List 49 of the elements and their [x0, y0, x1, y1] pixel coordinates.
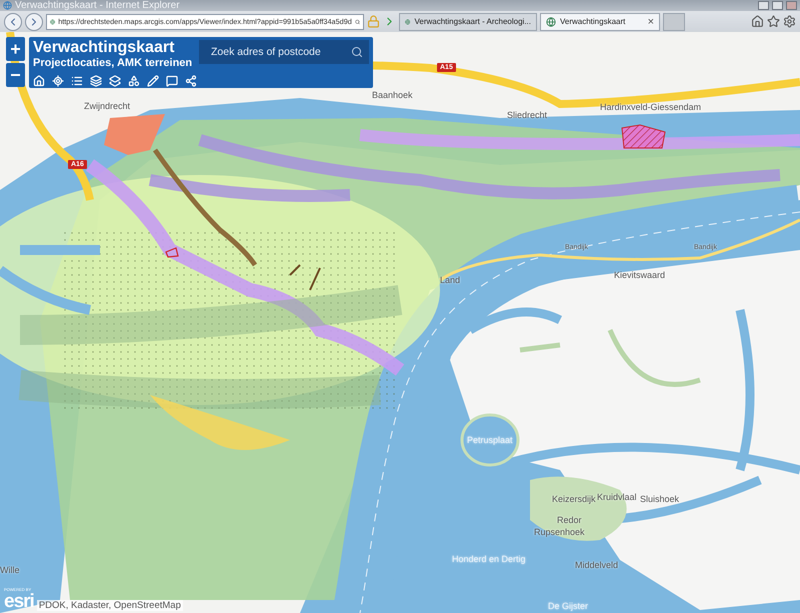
- water-label: Honderd en Dertig: [452, 554, 526, 564]
- place-label: Kievitswaard: [614, 270, 666, 280]
- back-button[interactable]: [4, 12, 22, 30]
- place-label: Sliedrecht: [507, 110, 548, 120]
- tab-close-button[interactable]: ×: [648, 16, 654, 28]
- share-icon[interactable]: [185, 75, 197, 87]
- water-label: De Gijster: [548, 601, 588, 611]
- maximize-button[interactable]: [772, 1, 783, 10]
- layers-icon[interactable]: [90, 75, 102, 87]
- place-label: Sluishoek: [640, 494, 680, 504]
- star-icon[interactable]: [767, 15, 780, 28]
- speech-bubble-icon[interactable]: [166, 75, 178, 87]
- place-label: Middelveld: [575, 560, 618, 570]
- settings-icon[interactable]: [783, 15, 796, 28]
- shapes-icon[interactable]: [128, 75, 140, 87]
- search-icon[interactable]: [351, 46, 363, 58]
- place-label: Zwijndrecht: [84, 101, 130, 111]
- map-drawing[interactable]: [0, 32, 800, 613]
- globe-icon: [546, 16, 556, 26]
- pencil-icon[interactable]: [147, 75, 159, 87]
- zoom-out-button[interactable]: −: [6, 63, 25, 87]
- browser-tab[interactable]: Verwachtingskaart - Archeologi...: [399, 12, 537, 30]
- esri-logo: esri: [4, 592, 34, 611]
- zoom-in-button[interactable]: +: [6, 37, 25, 61]
- window-title: Verwachtingskaart - Internet Explorer: [15, 0, 180, 11]
- home-icon[interactable]: [751, 15, 764, 28]
- browser-tab[interactable]: Verwachtingskaart ×: [540, 12, 660, 30]
- browser-logo-icon: [3, 1, 12, 10]
- crosshair-icon[interactable]: [52, 75, 64, 87]
- place-label: Wille: [0, 565, 20, 575]
- water-label: Petrusplaat: [467, 435, 513, 445]
- layers-icon[interactable]: [109, 75, 121, 87]
- search-input[interactable]: Zoek adres of postcode: [209, 45, 351, 59]
- place-label: Kruidvlaal: [597, 492, 637, 502]
- app-subtitle: Projectlocaties, AMK terreinen: [33, 57, 193, 70]
- place-label: Redor: [557, 515, 582, 525]
- place-label: Hardinxveld-Giessendam: [600, 102, 702, 112]
- place-label: Rupsenhoek: [534, 527, 585, 537]
- forward-button[interactable]: [25, 12, 43, 30]
- place-label: Land: [440, 275, 460, 285]
- place-label: Baanhoek: [372, 90, 413, 100]
- globe-icon: [50, 16, 56, 26]
- minimize-button[interactable]: [758, 1, 769, 10]
- globe-icon: [405, 16, 410, 26]
- attribution-text: PDOK, Kadaster, OpenStreetMap: [36, 600, 183, 611]
- search-field[interactable]: Zoek adres of postcode: [199, 40, 369, 64]
- list-icon[interactable]: [71, 75, 83, 87]
- place-label: Keizersdijk: [552, 494, 596, 504]
- app-title: Verwachtingskaart: [33, 39, 176, 57]
